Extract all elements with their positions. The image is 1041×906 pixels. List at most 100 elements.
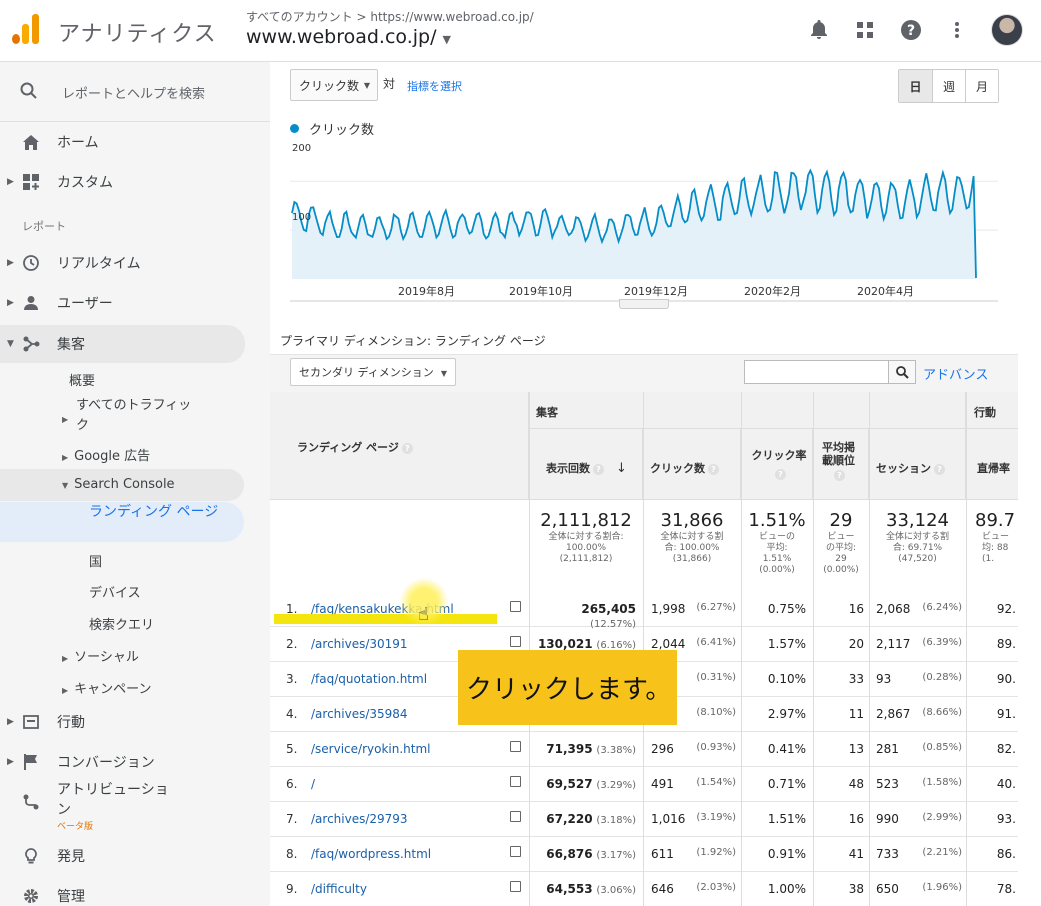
report-main: クリック数 ▼ 対 指標を選択 日 週 月 クリック数 200 100 2019… bbox=[270, 62, 1041, 906]
total-position-note: ビュー の平均: 29 (0.00%) bbox=[816, 532, 866, 576]
y-tick-100: 100 bbox=[292, 212, 312, 223]
help-icon[interactable]: ? bbox=[934, 463, 945, 475]
open-in-new-icon[interactable] bbox=[510, 741, 521, 752]
sidebar-sub-overview[interactable]: 概要 bbox=[69, 370, 95, 389]
y-tick-200: 200 bbox=[292, 143, 312, 154]
expand-arrow-icon: ▶ bbox=[7, 757, 14, 767]
sidebar-item-home[interactable]: ホーム bbox=[0, 124, 250, 160]
sidebar-sub-queries[interactable]: 検索クエリ bbox=[89, 614, 154, 633]
search-icon bbox=[895, 365, 909, 379]
total-clicks: 31,866 bbox=[660, 510, 724, 531]
ctr-cell: 0.41% bbox=[767, 742, 806, 756]
open-in-new-icon[interactable] bbox=[510, 811, 521, 822]
granularity-day-button[interactable]: 日 bbox=[899, 70, 932, 102]
sidebar-item-users[interactable]: ▶ ユーザー bbox=[0, 285, 250, 321]
sidebar-item-custom[interactable]: ▶ カスタム bbox=[0, 164, 250, 200]
note-line: 合: 100.00% bbox=[664, 543, 720, 553]
open-in-new-icon[interactable] bbox=[510, 601, 521, 612]
open-in-new-icon[interactable] bbox=[510, 881, 521, 892]
attribution-icon bbox=[22, 793, 40, 811]
help-icon[interactable]: ? bbox=[708, 463, 719, 475]
sidebar-item-acquisition[interactable]: ▼ 集客 bbox=[0, 325, 245, 363]
sidebar-search[interactable]: レポートとヘルプを検索 bbox=[0, 62, 270, 122]
dim-header-label[interactable]: ランディング ページ? bbox=[297, 439, 413, 455]
sidebar-sub-landing-pages[interactable]: ランディング ページ bbox=[89, 503, 219, 522]
open-in-new-icon[interactable] bbox=[510, 776, 521, 787]
sidebar-item-conversions[interactable]: ▶ コンバージョン bbox=[0, 744, 250, 780]
table-search-button[interactable] bbox=[888, 360, 916, 384]
sidebar-sub-all-traffic[interactable]: ▶ すべてのトラフィック bbox=[62, 396, 192, 436]
avatar[interactable] bbox=[991, 14, 1023, 46]
bell-icon[interactable] bbox=[807, 18, 831, 42]
gear-icon bbox=[22, 887, 40, 905]
help-icon[interactable]: ? bbox=[401, 442, 413, 454]
sessions-cell: 650 (1.96%) bbox=[872, 882, 962, 896]
help-icon[interactable]: ? bbox=[834, 469, 845, 481]
position-cell: 16 bbox=[848, 812, 864, 826]
sessions-value: 2,068 bbox=[876, 602, 911, 616]
sidebar-item-realtime[interactable]: ▶ リアルタイム bbox=[0, 245, 250, 281]
beta-badge: ベータ版 bbox=[57, 822, 94, 832]
pick-metric-link[interactable]: 指標を選択 bbox=[407, 78, 462, 94]
sidebar-item-admin[interactable]: 管理 bbox=[0, 878, 250, 906]
landing-page-link[interactable]: /difficulty bbox=[311, 882, 367, 896]
sidebar-sub-search-console[interactable]: ▼ Search Console bbox=[62, 477, 175, 492]
bounce-cell: 91. bbox=[996, 707, 1016, 721]
apps-icon[interactable] bbox=[853, 18, 877, 42]
sidebar-sub-social[interactable]: ▶ ソーシャル bbox=[62, 646, 139, 665]
primary-dimension-value[interactable]: ランディング ページ bbox=[435, 334, 546, 348]
advanced-filter-link[interactable]: アドバンス bbox=[923, 364, 988, 383]
metric-dropdown[interactable]: クリック数 ▼ bbox=[290, 69, 378, 101]
landing-page-link[interactable]: /archives/29793 bbox=[311, 812, 408, 826]
app-name: アナリティクス bbox=[58, 22, 217, 47]
clicks-line-chart[interactable] bbox=[290, 142, 998, 302]
granularity-week-button[interactable]: 週 bbox=[932, 70, 965, 102]
sessions-cell: 281 (0.85%) bbox=[872, 742, 962, 756]
sessions-percent: (0.28%) bbox=[922, 672, 962, 683]
clicks-cell: 2,044 (6.41%) bbox=[646, 637, 736, 651]
sessions-cell: 2,117 (6.39%) bbox=[872, 637, 962, 651]
clicks-cell: 491 (1.54%) bbox=[646, 777, 736, 791]
expand-arrow-icon: ▶ bbox=[62, 453, 69, 462]
table-search-input[interactable] bbox=[744, 360, 890, 384]
landing-page-link[interactable]: /archives/30191 bbox=[311, 637, 408, 651]
landing-page-link[interactable]: / bbox=[311, 777, 315, 791]
help-icon[interactable]: ? bbox=[593, 463, 604, 475]
landing-page-link[interactable]: /faq/quotation.html bbox=[311, 672, 427, 686]
collapse-arrow-icon: ▼ bbox=[62, 481, 69, 490]
sidebar-item-behavior[interactable]: ▶ 行動 bbox=[0, 704, 250, 740]
sidebar-label-admin: 管理 bbox=[57, 889, 85, 905]
property-selector[interactable]: www.webroad.co.jp/ ▼ bbox=[246, 26, 451, 48]
sessions-percent: (1.96%) bbox=[922, 882, 962, 893]
clicks-percent: (3.19%) bbox=[696, 812, 736, 823]
help-icon[interactable]: ? bbox=[899, 18, 923, 42]
sidebar-sub-google-ads[interactable]: ▶ Google 広告 bbox=[62, 445, 150, 464]
account-breadcrumb[interactable]: すべてのアカウント > https://www.webroad.co.jp/ bbox=[246, 8, 534, 25]
sidebar-item-discover[interactable]: 発見 bbox=[0, 838, 250, 874]
behavior-icon bbox=[22, 713, 40, 731]
sidebar-sub-devices[interactable]: デバイス bbox=[89, 582, 141, 601]
group-acq-label: 集客 bbox=[536, 406, 558, 419]
help-icon[interactable]: ? bbox=[775, 469, 786, 480]
landing-page-link[interactable]: /faq/wordpress.html bbox=[311, 847, 431, 861]
granularity-month-button[interactable]: 月 bbox=[965, 70, 998, 102]
sidebar-sub-countries[interactable]: 国 bbox=[89, 551, 102, 570]
sidebar-label-realtime: リアルタイム bbox=[57, 256, 141, 272]
position-header-text-2: 載順位 bbox=[822, 454, 855, 467]
secondary-dimension-dropdown[interactable]: セカンダリ ディメンション ▼ bbox=[290, 358, 456, 386]
chart-collapse-handle[interactable] bbox=[619, 299, 669, 309]
search-label: レポートとヘルプを検索 bbox=[62, 87, 206, 102]
impressions-value: 67,220 bbox=[546, 812, 593, 826]
tutorial-caption: クリックします。 bbox=[458, 650, 677, 725]
open-in-new-icon[interactable] bbox=[510, 636, 521, 647]
sort-desc-icon[interactable]: ↓ bbox=[616, 461, 627, 476]
landing-page-link[interactable]: /archives/35984 bbox=[311, 707, 408, 721]
landing-page-link[interactable]: /service/ryokin.html bbox=[311, 742, 430, 756]
more-icon[interactable] bbox=[945, 18, 969, 42]
sidebar-item-attribution[interactable]: アトリビューション bbox=[0, 780, 250, 824]
sidebar-sub-campaigns[interactable]: ▶ キャンペーン bbox=[62, 678, 152, 697]
analytics-logo[interactable] bbox=[12, 14, 40, 44]
column-divider bbox=[966, 392, 967, 906]
open-in-new-icon[interactable] bbox=[510, 846, 521, 857]
impressions-cell: 67,220 (3.18%) bbox=[532, 812, 636, 826]
